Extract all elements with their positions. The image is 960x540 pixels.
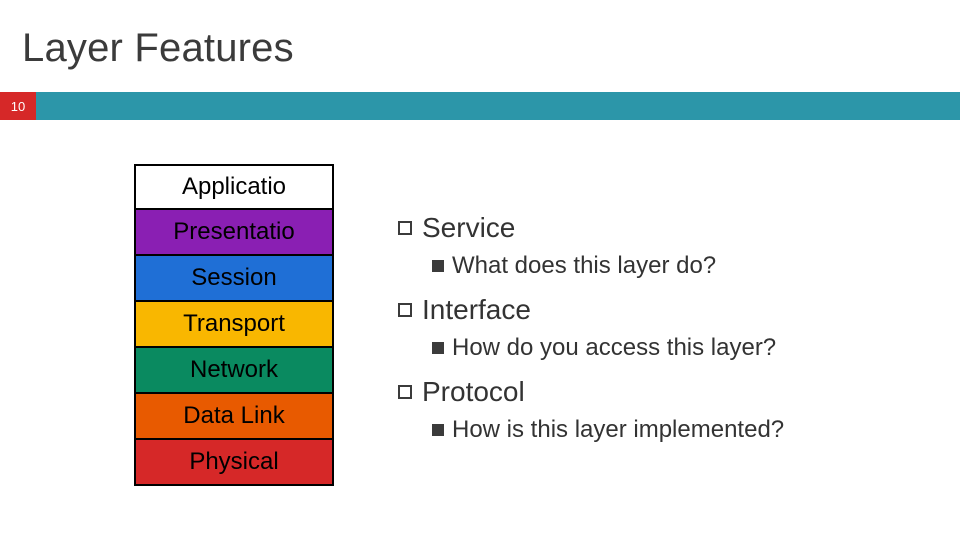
item-label-protocol: Protocol [422,376,525,408]
layer-session: Session [134,256,334,302]
layer-physical: Physical [134,440,334,486]
subitem-text: What does this layer do? [452,252,716,280]
item-label-service: Service [422,212,515,244]
layer-network: Network [134,348,334,394]
list-item: Interface [398,294,918,326]
list-subitem: How do you access this layer? [432,334,918,362]
layer-presentation: Presentatio [134,210,334,256]
square-open-bullet-icon [398,303,412,317]
square-open-bullet-icon [398,221,412,235]
list-subitem: How is this layer implemented? [432,416,918,444]
feature-list: Service What does this layer do? Interfa… [398,212,918,458]
layer-data-link: Data Link [134,394,334,440]
slide: Layer Features 10 Applicatio Presentatio… [0,0,960,540]
square-solid-bullet-icon [432,260,444,272]
list-item: Protocol [398,376,918,408]
layer-transport: Transport [134,302,334,348]
square-open-bullet-icon [398,385,412,399]
item-label-interface: Interface [422,294,531,326]
subitem-text: How do you access this layer? [452,334,776,362]
osi-layer-stack: Applicatio Presentatio Session Transport… [134,164,334,486]
list-subitem: What does this layer do? [432,252,918,280]
slide-title: Layer Features [22,26,294,71]
square-solid-bullet-icon [432,424,444,436]
header-stripe [0,92,960,120]
square-solid-bullet-icon [432,342,444,354]
layer-application: Applicatio [134,164,334,210]
subitem-text: How is this layer implemented? [452,416,784,444]
page-number-badge: 10 [0,92,36,120]
list-item: Service [398,212,918,244]
